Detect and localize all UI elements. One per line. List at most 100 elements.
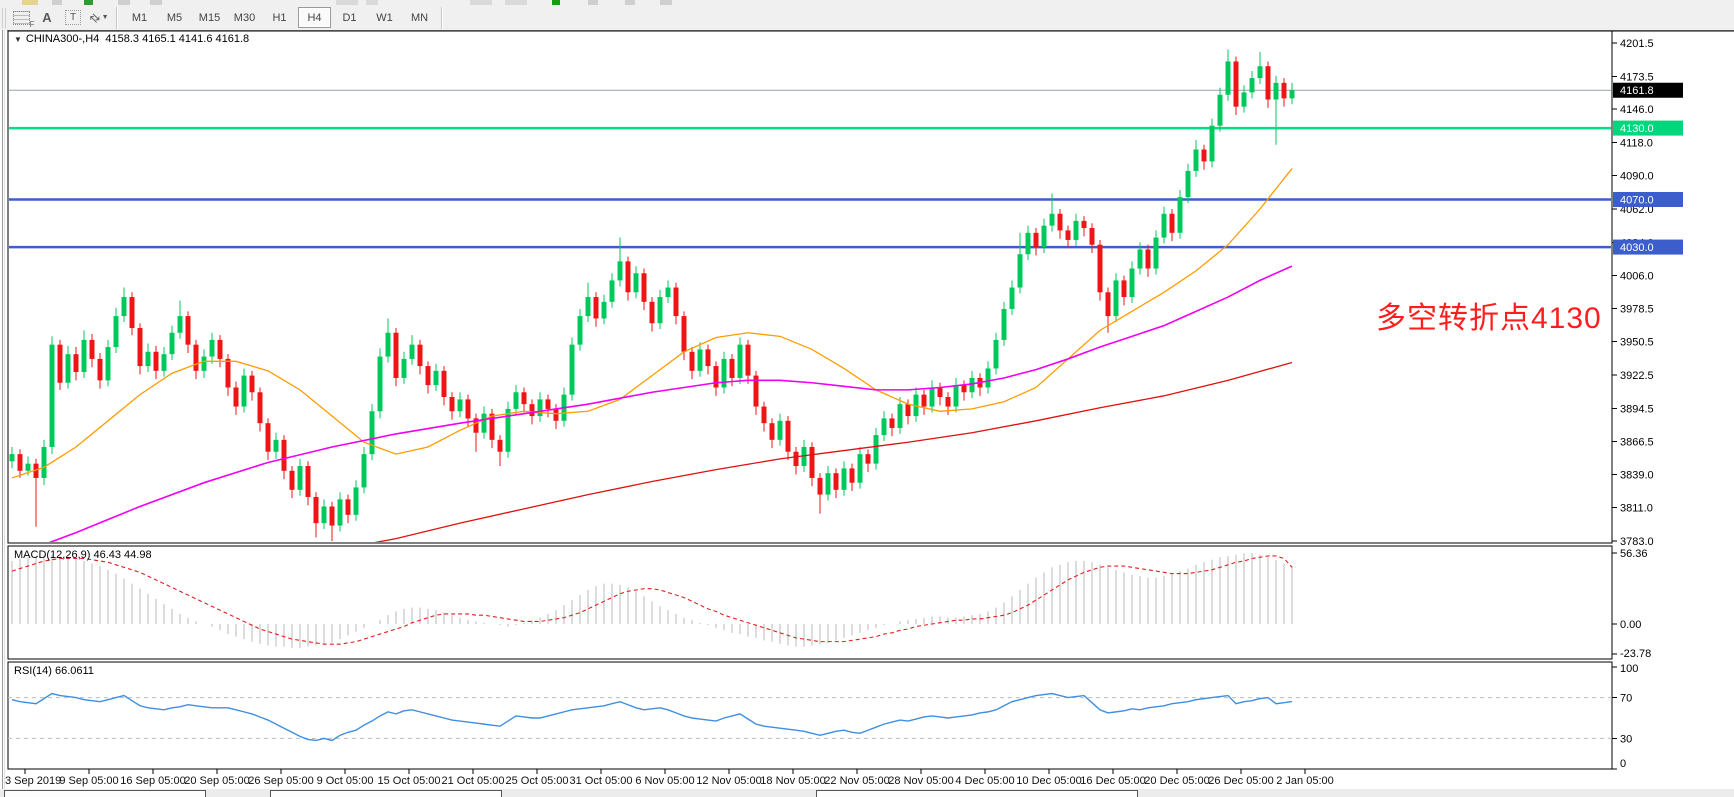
time-tick-label: 21 Oct 05:00 bbox=[442, 775, 505, 787]
price-tick-label: 3866.5 bbox=[1620, 437, 1654, 449]
candle-body bbox=[10, 454, 15, 461]
candle-body bbox=[74, 354, 79, 372]
price-tick-label: 3950.5 bbox=[1620, 337, 1654, 349]
candle-body bbox=[666, 288, 671, 298]
candle-body bbox=[26, 464, 31, 471]
time-tick-label: 15 Oct 05:00 bbox=[378, 775, 441, 787]
candle-body bbox=[770, 423, 775, 440]
candle-body bbox=[98, 359, 103, 380]
candle-body bbox=[530, 404, 535, 416]
candle-body bbox=[402, 359, 407, 378]
candle-body bbox=[1074, 221, 1079, 240]
candle-body bbox=[1066, 230, 1071, 240]
rsi-indicator-label: RSI(14) 66.0611 bbox=[14, 665, 94, 677]
candle-body bbox=[330, 506, 335, 525]
price-tick-label: 3783.0 bbox=[1620, 536, 1654, 548]
candle-body bbox=[42, 447, 47, 478]
candle-body bbox=[146, 352, 151, 366]
time-tick-label: 20 Sep 05:00 bbox=[184, 775, 249, 787]
candle-body bbox=[226, 359, 231, 388]
candle-body bbox=[1266, 66, 1271, 99]
candle-body bbox=[242, 376, 247, 407]
price-tick-label: 4173.5 bbox=[1620, 71, 1654, 83]
candle-body bbox=[842, 468, 847, 489]
candle-body bbox=[1082, 221, 1087, 228]
rsi-panel[interactable] bbox=[8, 662, 1612, 769]
candle-body bbox=[986, 368, 991, 387]
rsi-tick-label: 0 bbox=[1620, 758, 1626, 770]
candle-body bbox=[130, 297, 135, 328]
candle-body bbox=[1282, 83, 1287, 98]
candle-body bbox=[746, 345, 751, 376]
candle-body bbox=[274, 440, 279, 452]
candle-body bbox=[210, 340, 215, 357]
candle-body bbox=[610, 280, 615, 301]
clipped-panel-box bbox=[4, 790, 206, 797]
candle-body bbox=[930, 387, 935, 406]
price-tick-label: 3978.5 bbox=[1620, 303, 1654, 315]
candle-body bbox=[466, 399, 471, 418]
price-badge-text: 4130.0 bbox=[1620, 123, 1654, 135]
candle-body bbox=[962, 385, 967, 392]
price-tick-label: 3894.5 bbox=[1620, 403, 1654, 415]
candle-body bbox=[394, 333, 399, 378]
candle-body bbox=[594, 297, 599, 318]
candle-body bbox=[618, 261, 623, 280]
candle-body bbox=[970, 378, 975, 392]
candle-body bbox=[1002, 309, 1007, 340]
time-tick-label: 3 Sep 2019 bbox=[5, 775, 61, 787]
candle-body bbox=[282, 440, 287, 471]
price-tick-label: 3922.5 bbox=[1620, 370, 1654, 382]
candle-body bbox=[834, 473, 839, 490]
candle-body bbox=[1050, 214, 1055, 226]
candle-body bbox=[698, 349, 703, 370]
price-tick-label: 4090.0 bbox=[1620, 171, 1654, 183]
candle-body bbox=[338, 499, 343, 525]
candle-body bbox=[186, 316, 191, 345]
candle-body bbox=[138, 328, 143, 366]
candle-body bbox=[386, 333, 391, 357]
time-tick-label: 26 Dec 05:00 bbox=[1208, 775, 1273, 787]
candle-body bbox=[426, 366, 431, 385]
chart-title: ▼CHINA300-,H4 4158.3 4165.1 4141.6 4161.… bbox=[14, 33, 249, 45]
candle-body bbox=[66, 354, 71, 383]
candle-body bbox=[938, 387, 943, 397]
time-tick-label: 16 Dec 05:00 bbox=[1080, 775, 1145, 787]
time-axis: 3 Sep 20199 Sep 05:0016 Sep 05:0020 Sep … bbox=[5, 769, 1334, 787]
time-tick-label: 9 Oct 05:00 bbox=[317, 775, 374, 787]
candle-body bbox=[818, 478, 823, 495]
macd-tick-label: -23.78 bbox=[1620, 648, 1651, 660]
candle-body bbox=[1218, 95, 1223, 126]
candle-body bbox=[890, 418, 895, 428]
candle-body bbox=[170, 333, 175, 354]
candle-body bbox=[570, 345, 575, 395]
candle-body bbox=[50, 345, 55, 447]
candle-body bbox=[306, 466, 311, 497]
candle-body bbox=[354, 487, 359, 514]
chart-text-annotation[interactable]: 多空转折点4130 bbox=[1376, 293, 1602, 337]
candle-body bbox=[826, 473, 831, 494]
candle-body bbox=[674, 288, 679, 317]
candle-body bbox=[1098, 245, 1103, 293]
candle-body bbox=[1274, 83, 1279, 100]
candle-body bbox=[714, 366, 719, 387]
time-tick-label: 10 Dec 05:00 bbox=[1016, 775, 1081, 787]
candle-body bbox=[458, 399, 463, 411]
candle-body bbox=[1242, 92, 1247, 106]
chart-collapse-icon[interactable]: ▼ bbox=[14, 35, 22, 44]
candle-body bbox=[794, 452, 799, 466]
candle-body bbox=[1258, 66, 1263, 78]
price-tick-label: 4146.0 bbox=[1620, 104, 1654, 116]
candle-body bbox=[682, 316, 687, 352]
chart-ohlc-label: 4158.3 4165.1 4141.6 4161.8 bbox=[105, 33, 249, 45]
candle-body bbox=[858, 454, 863, 483]
candle-body bbox=[362, 454, 367, 487]
candle-body bbox=[378, 357, 383, 412]
candle-body bbox=[418, 345, 423, 366]
mt4-chart-window: F A T ⇄ ▼ M1M5M15M30H1H4D1W1MN 4201.5417… bbox=[0, 0, 1734, 797]
candle-body bbox=[642, 273, 647, 302]
candle-body bbox=[1146, 249, 1151, 268]
chart-canvas[interactable]: 4201.54173.54146.04118.04090.04062.04034… bbox=[0, 0, 1734, 797]
macd-panel[interactable] bbox=[8, 546, 1612, 659]
time-tick-label: 28 Nov 05:00 bbox=[888, 775, 953, 787]
